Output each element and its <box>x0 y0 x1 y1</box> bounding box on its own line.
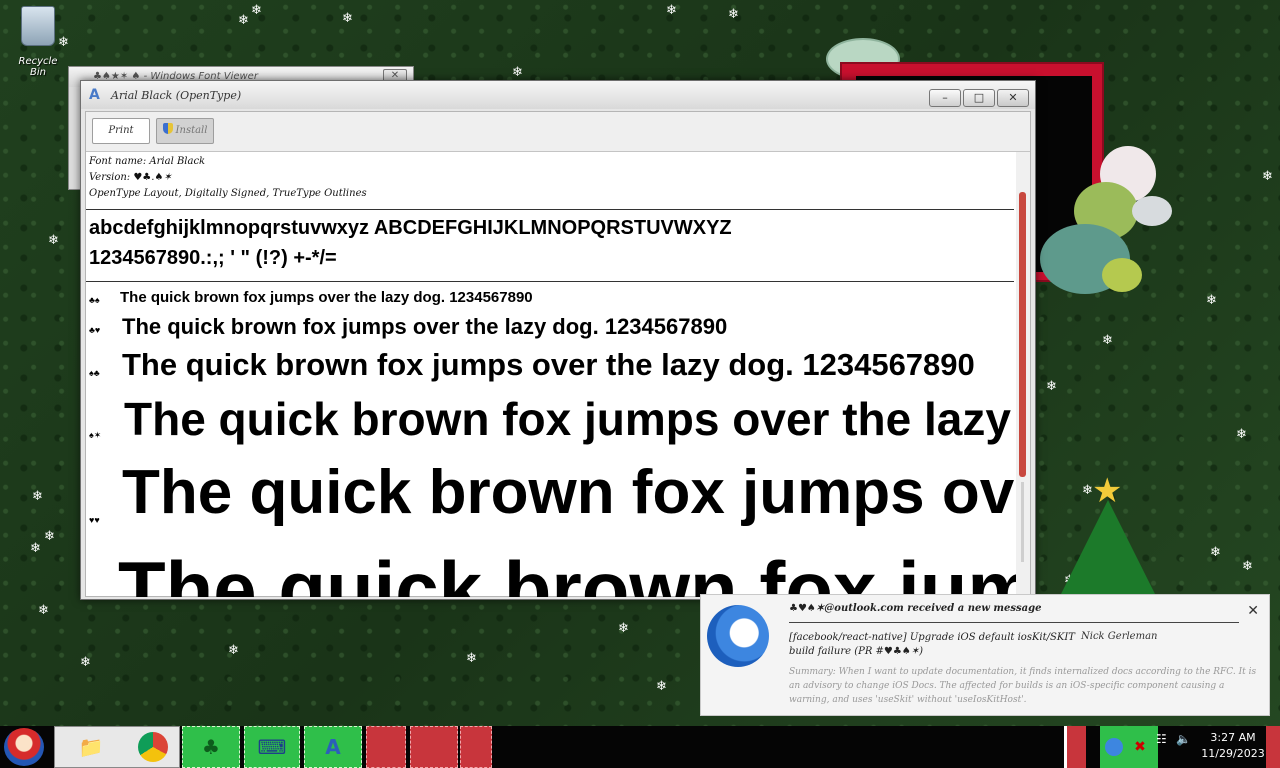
notification-sender: Nick Gerleman <box>1081 631 1158 642</box>
scrollbar-track[interactable] <box>1021 482 1024 562</box>
window-titlebar[interactable]: A Arial Black (OpenType) – □ ✕ <box>81 81 1035 109</box>
network-icon[interactable]: ☷ <box>1156 732 1167 746</box>
sample-text: The quick brown fox jumps over the lazy … <box>124 393 1016 445</box>
snowflake-icon: ❄ <box>466 651 477 666</box>
snowflake-icon: ❄ <box>342 11 353 26</box>
snowflake-icon: ❄ <box>1210 545 1221 560</box>
window-client-area: Print Install Font name: Arial Black Ver… <box>85 111 1031 597</box>
scrollbar-thumb[interactable] <box>1019 192 1026 477</box>
snowflake-icon: ❄ <box>30 541 41 556</box>
snowflake-icon: ❄ <box>1262 169 1273 184</box>
sample-size-label: ♠✶ <box>89 430 102 440</box>
notification-subject: [facebook/react-native] Upgrade iOS defa… <box>789 632 1075 657</box>
divider <box>789 622 1239 623</box>
font-viewer-icon: A <box>325 735 341 759</box>
font-version-text: Version: ♥♣.♠✶ <box>89 172 172 183</box>
print-button[interactable]: Print <box>92 118 150 144</box>
notification-body: Summary: When I want to update documenta… <box>789 667 1257 705</box>
tree-icon: ♣ <box>202 735 220 759</box>
sample-text: The quick brown fox jumps over the lazy … <box>120 289 533 306</box>
taskbar-button[interactable] <box>366 726 406 768</box>
snowflake-icon: ❄ <box>512 65 523 80</box>
recycle-bin-label: Recycle Bin <box>18 56 58 78</box>
sample-size-label: ♣♥ <box>89 325 101 335</box>
sample-text: The quick brown fox jumps over the lazy … <box>118 545 1016 597</box>
flower-decoration <box>1132 196 1172 226</box>
snowflake-icon: ❄ <box>1236 427 1247 442</box>
divider <box>86 281 1014 282</box>
snowflake-icon: ❄ <box>656 679 667 694</box>
taskbar: 📁 ♣ ⌨ A ✖ ☷ 🔈 3:27 AM 11/29/2023 <box>0 726 1280 768</box>
taskbar-item-tree[interactable]: ♣ <box>182 726 240 768</box>
thunderbird-tray-icon <box>1105 738 1123 756</box>
recycle-bin-shortcut[interactable]: Recycle Bin <box>10 6 66 78</box>
notification-close-button[interactable]: ✕ <box>1247 603 1259 619</box>
window-title: Arial Black (OpenType) <box>111 89 242 102</box>
christmas-tree <box>1058 500 1158 600</box>
font-viewer-window: A Arial Black (OpenType) – □ ✕ Print Ins… <box>80 80 1036 600</box>
sample-text: The quick brown fox jumps over the lazy … <box>122 347 975 382</box>
recycle-bin-icon <box>21 6 55 46</box>
security-alert-icon: ✖ <box>1134 739 1146 755</box>
chrome-icon <box>138 732 168 762</box>
clock-time: 3:27 AM <box>1210 731 1256 744</box>
sample-size-label: ♣♠ <box>89 295 100 305</box>
tray-app-icons[interactable]: ✖ <box>1100 726 1158 768</box>
keyboard-icon: ⌨ <box>257 735 287 759</box>
snowflake-icon: ❄ <box>1206 293 1217 308</box>
clock[interactable]: 3:27 AM 11/29/2023 <box>1198 730 1268 762</box>
snowflake-icon: ❄ <box>618 621 629 636</box>
charset-symbols: 1234567890.:,; ' " (!?) +-*/= <box>89 247 337 269</box>
snowflake-icon: ❄ <box>666 3 677 18</box>
show-desktop-button[interactable] <box>1266 726 1280 768</box>
font-name-text: Font name: Arial Black <box>89 156 206 167</box>
print-button-label: Print <box>108 125 134 136</box>
snowflake-icon: ❄ <box>1242 559 1253 574</box>
taskbar-item-keyboard[interactable]: ⌨ <box>244 726 300 768</box>
mail-notification[interactable]: ✕ ♣♥♠✶@outlook.com received a new messag… <box>700 594 1270 716</box>
toolbar: Print Install <box>86 112 1030 152</box>
snowflake-icon: ❄ <box>44 529 55 544</box>
font-app-icon: A <box>89 87 100 103</box>
snowflake-icon: ❄ <box>48 233 59 248</box>
taskbar-item-chrome[interactable] <box>126 726 180 768</box>
minimize-button[interactable]: – <box>929 89 961 107</box>
uac-shield-icon <box>162 123 173 134</box>
snowflake-icon: ❄ <box>728 7 739 22</box>
charset-letters: abcdefghijklmnopqrstuvwxyz ABCDEFGHIJKLM… <box>89 217 732 239</box>
divider <box>86 209 1014 210</box>
taskbar-item-font-viewer[interactable]: A <box>304 726 362 768</box>
vertical-scrollbar[interactable] <box>1016 152 1030 597</box>
sample-text: The quick brown fox jumps over the lazy … <box>122 458 1016 527</box>
snowflake-icon: ❄ <box>1046 379 1057 394</box>
install-button[interactable]: Install <box>156 118 214 144</box>
snowflake-icon: ❄ <box>1102 333 1113 348</box>
taskbar-button[interactable] <box>460 726 492 768</box>
snowflake-icon: ❄ <box>80 655 91 670</box>
snowflake-icon: ❄ <box>32 489 43 504</box>
show-hidden-icons-button[interactable] <box>1064 726 1086 768</box>
snowflake-icon: ❄ <box>238 13 249 28</box>
font-preview-pane: Font name: Arial Black Version: ♥♣.♠✶ Op… <box>86 152 1016 597</box>
sample-text: The quick brown fox jumps over the lazy … <box>122 314 728 339</box>
snowflake-icon: ❄ <box>38 603 49 618</box>
volume-icon[interactable]: 🔈 <box>1176 732 1191 746</box>
thunderbird-icon <box>707 605 769 667</box>
snowflake-icon: ❄ <box>228 643 239 658</box>
snowflake-icon: ❄ <box>251 3 262 18</box>
font-type-text: OpenType Layout, Digitally Signed, TrueT… <box>89 188 367 199</box>
start-button[interactable] <box>4 728 44 766</box>
close-button[interactable]: ✕ <box>997 89 1029 107</box>
install-button-label: Install <box>175 125 208 136</box>
taskbar-button[interactable] <box>410 726 458 768</box>
notification-title: ♣♥♠✶@outlook.com received a new message <box>789 603 1042 614</box>
sample-size-label: ♥♥ <box>89 515 100 525</box>
clock-date: 11/29/2023 <box>1201 747 1265 760</box>
folder-icon: 📁 <box>78 735 104 759</box>
maximize-button[interactable]: □ <box>963 89 995 107</box>
sample-size-label: ♠♣ <box>89 368 100 378</box>
flower-decoration <box>1102 258 1142 292</box>
